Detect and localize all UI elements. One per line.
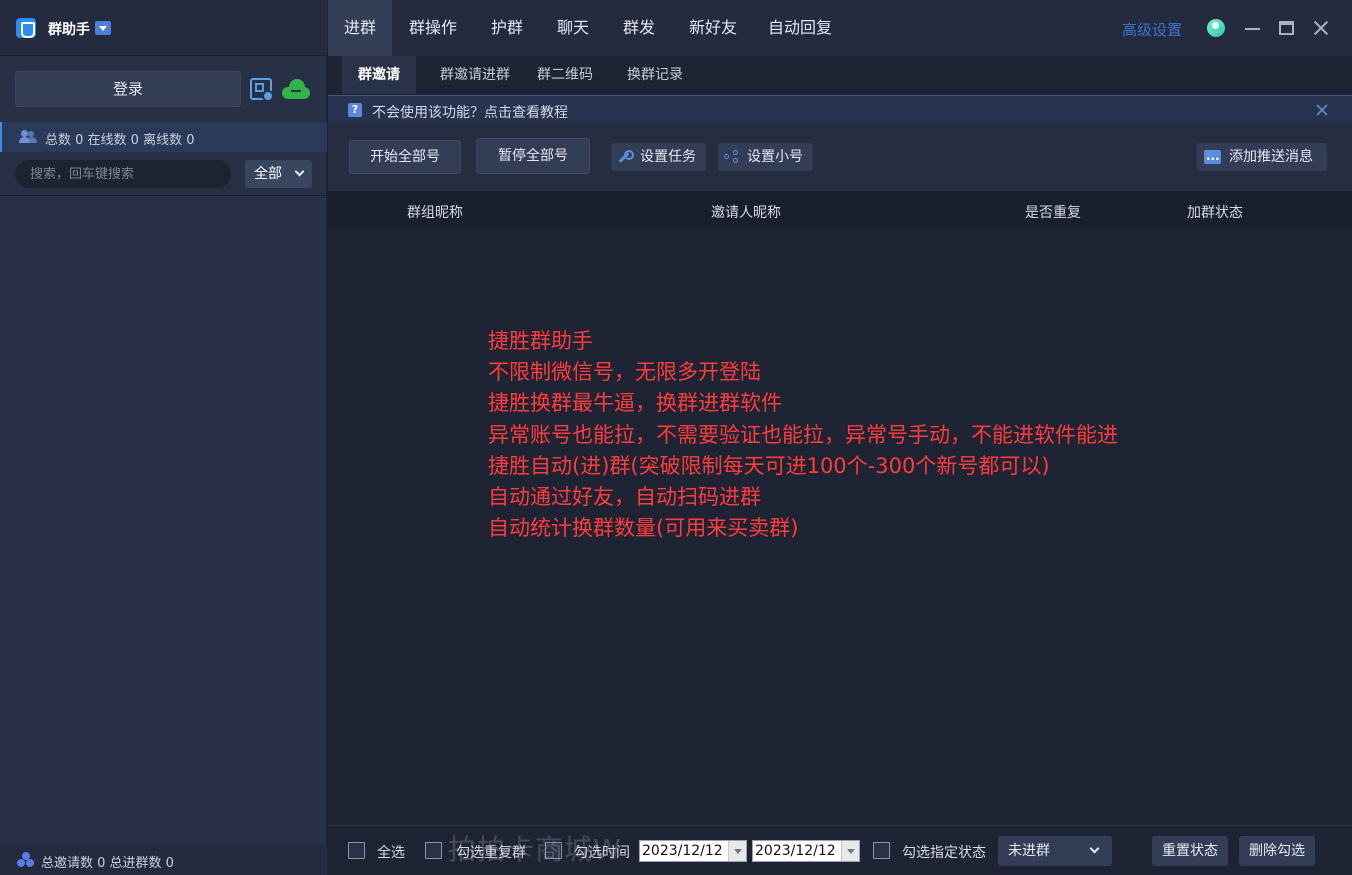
- date-to-picker[interactable]: 2023/12/12: [752, 840, 860, 862]
- tab-chat[interactable]: 聊天: [540, 0, 606, 56]
- calendar-dropdown-icon[interactable]: [841, 841, 859, 861]
- bottom-action-bar: 全选 勾选重复群 勾选时间 2023/12/12 2023/12/12 勾选指定…: [328, 825, 1352, 875]
- cloud-icon[interactable]: [282, 79, 310, 99]
- column-is-duplicate[interactable]: 是否重复: [1025, 202, 1081, 222]
- promo-text-block: 捷胜群助手 不限制微信号，无限多开登陆 捷胜换群最牛逼，换群进群软件 异常账号也…: [488, 326, 1118, 544]
- add-push-message-button[interactable]: 添加推送消息: [1197, 143, 1327, 173]
- add-push-message-label: 添加推送消息: [1229, 149, 1313, 165]
- group-stats-icon: [17, 852, 35, 868]
- top-nav-bar: 进群 群操作 护群 聊天 群发 新好友 自动回复 高级设置: [328, 0, 1352, 56]
- set-account-label: 设置小号: [747, 149, 803, 165]
- tab-mass-send[interactable]: 群发: [606, 0, 672, 56]
- sidebar-title-bar: 群助手: [0, 0, 327, 56]
- select-duplicate-label[interactable]: 勾选重复群: [456, 842, 526, 862]
- sidebar: 群助手 登录 总数 0 在线数 0 离线数 0 全部 总邀请数 0: [0, 0, 327, 875]
- maximize-icon[interactable]: [1279, 21, 1294, 35]
- skin-theme-icon[interactable]: [1207, 19, 1225, 37]
- promo-line: 捷胜群助手: [488, 329, 593, 353]
- promo-line: 自动通过好友，自动扫码进群: [488, 485, 761, 510]
- qr-scan-icon[interactable]: [250, 78, 274, 102]
- share-icon: [724, 150, 740, 164]
- tab-join-group[interactable]: 进群: [328, 0, 392, 56]
- wrench-icon: [617, 150, 634, 164]
- promo-line: 异常账号也能拉，不需要验证也能拉，异常号手动，不能进软件能进: [488, 422, 1118, 447]
- calendar-dropdown-icon[interactable]: [728, 841, 746, 861]
- minimize-icon[interactable]: [1245, 20, 1261, 36]
- app-window: 群助手 登录 总数 0 在线数 0 离线数 0 全部 总邀请数 0: [0, 0, 1352, 875]
- account-filter-select[interactable]: 全部: [245, 160, 312, 188]
- column-group-nickname[interactable]: 群组昵称: [407, 202, 463, 222]
- delete-selected-button[interactable]: 删除勾选: [1239, 836, 1315, 866]
- select-status-checkbox[interactable]: [873, 842, 890, 859]
- subtab-group-invite[interactable]: 群邀请: [342, 56, 416, 94]
- help-icon: ?: [348, 103, 362, 117]
- pause-all-button[interactable]: 暂停全部号: [476, 138, 590, 174]
- app-logo-icon: [16, 18, 36, 38]
- select-time-checkbox[interactable]: [545, 842, 562, 859]
- select-all-label[interactable]: 全选: [377, 842, 405, 862]
- promo-line: 不限制微信号，无限多开登陆: [488, 360, 761, 385]
- select-duplicate-checkbox[interactable]: [425, 842, 442, 859]
- account-stats-text: 总数 0 在线数 0 离线数 0: [45, 133, 195, 148]
- table-header: 群组昵称 邀请人昵称 是否重复 加群状态: [328, 191, 1352, 229]
- invite-stats-text: 总邀请数 0 总进群数 0: [41, 856, 174, 871]
- tab-group-operations[interactable]: 群操作: [392, 0, 474, 56]
- select-time-label[interactable]: 勾选时间: [574, 842, 630, 862]
- column-join-status[interactable]: 加群状态: [1187, 202, 1243, 222]
- app-name: 群助手: [48, 22, 90, 38]
- sidebar-footer: 总邀请数 0 总进群数 0: [0, 845, 327, 875]
- column-inviter-nickname[interactable]: 邀请人昵称: [711, 202, 781, 222]
- close-icon[interactable]: [1312, 19, 1330, 37]
- reset-status-button[interactable]: 重置状态: [1152, 836, 1228, 866]
- status-select[interactable]: 未进群: [998, 836, 1112, 866]
- account-stats-bar: 总数 0 在线数 0 离线数 0: [0, 122, 327, 152]
- tab-group-protect[interactable]: 护群: [474, 0, 540, 56]
- app-menu-dropdown-icon[interactable]: [95, 21, 111, 35]
- promo-line: 自动统计换群数量(可用来买卖群): [488, 516, 799, 541]
- select-all-checkbox[interactable]: [348, 842, 365, 859]
- login-button[interactable]: 登录: [15, 71, 241, 107]
- status-select-value: 未进群: [1008, 843, 1050, 859]
- tutorial-notice[interactable]: ? 不会使用该功能？点击查看教程: [328, 95, 1352, 123]
- tab-auto-reply[interactable]: 自动回复: [754, 0, 846, 56]
- promo-line: 捷胜自动(进)群(突破限制每天可进100个-300个新号都可以): [488, 453, 1050, 478]
- action-toolbar: 开始全部号 暂停全部号 设置任务 设置小号 添加推送消息: [328, 123, 1352, 191]
- tutorial-notice-text[interactable]: 不会使用该功能？点击查看教程: [372, 102, 568, 122]
- subtab-invite-join[interactable]: 群邀请进群: [428, 56, 522, 94]
- set-task-button[interactable]: 设置任务: [611, 143, 706, 171]
- chevron-down-icon: [1089, 843, 1100, 854]
- table-body: 捷胜群助手 不限制微信号，无限多开登陆 捷胜换群最牛逼，换群进群软件 异常账号也…: [328, 229, 1352, 825]
- set-task-label: 设置任务: [640, 149, 696, 165]
- subtab-switch-records[interactable]: 换群记录: [618, 56, 692, 94]
- select-status-label[interactable]: 勾选指定状态: [902, 842, 986, 862]
- chevron-down-icon: [294, 166, 305, 177]
- tab-new-friends[interactable]: 新好友: [672, 0, 754, 56]
- date-from-value: 2023/12/12: [642, 843, 723, 859]
- sub-tab-bar: 群邀请 群邀请进群 群二维码 换群记录: [328, 56, 1352, 94]
- date-from-picker[interactable]: 2023/12/12: [639, 840, 747, 862]
- set-account-button[interactable]: 设置小号: [718, 143, 813, 171]
- users-icon: [19, 130, 37, 144]
- notice-close-icon[interactable]: [1315, 103, 1329, 117]
- subtab-group-qrcode[interactable]: 群二维码: [528, 56, 602, 94]
- main-panel: 进群 群操作 护群 聊天 群发 新好友 自动回复 高级设置 群邀请 群邀请进群 …: [328, 0, 1352, 875]
- start-all-button[interactable]: 开始全部号: [349, 140, 461, 174]
- sidebar-divider: [0, 195, 327, 196]
- promo-line: 捷胜换群最牛逼，换群进群软件: [488, 391, 782, 416]
- search-input[interactable]: [15, 160, 231, 188]
- account-filter-value: 全部: [254, 166, 282, 182]
- advanced-settings-link[interactable]: 高级设置: [1122, 19, 1182, 40]
- chat-bubble-icon: [1204, 145, 1221, 173]
- date-to-value: 2023/12/12: [755, 843, 836, 859]
